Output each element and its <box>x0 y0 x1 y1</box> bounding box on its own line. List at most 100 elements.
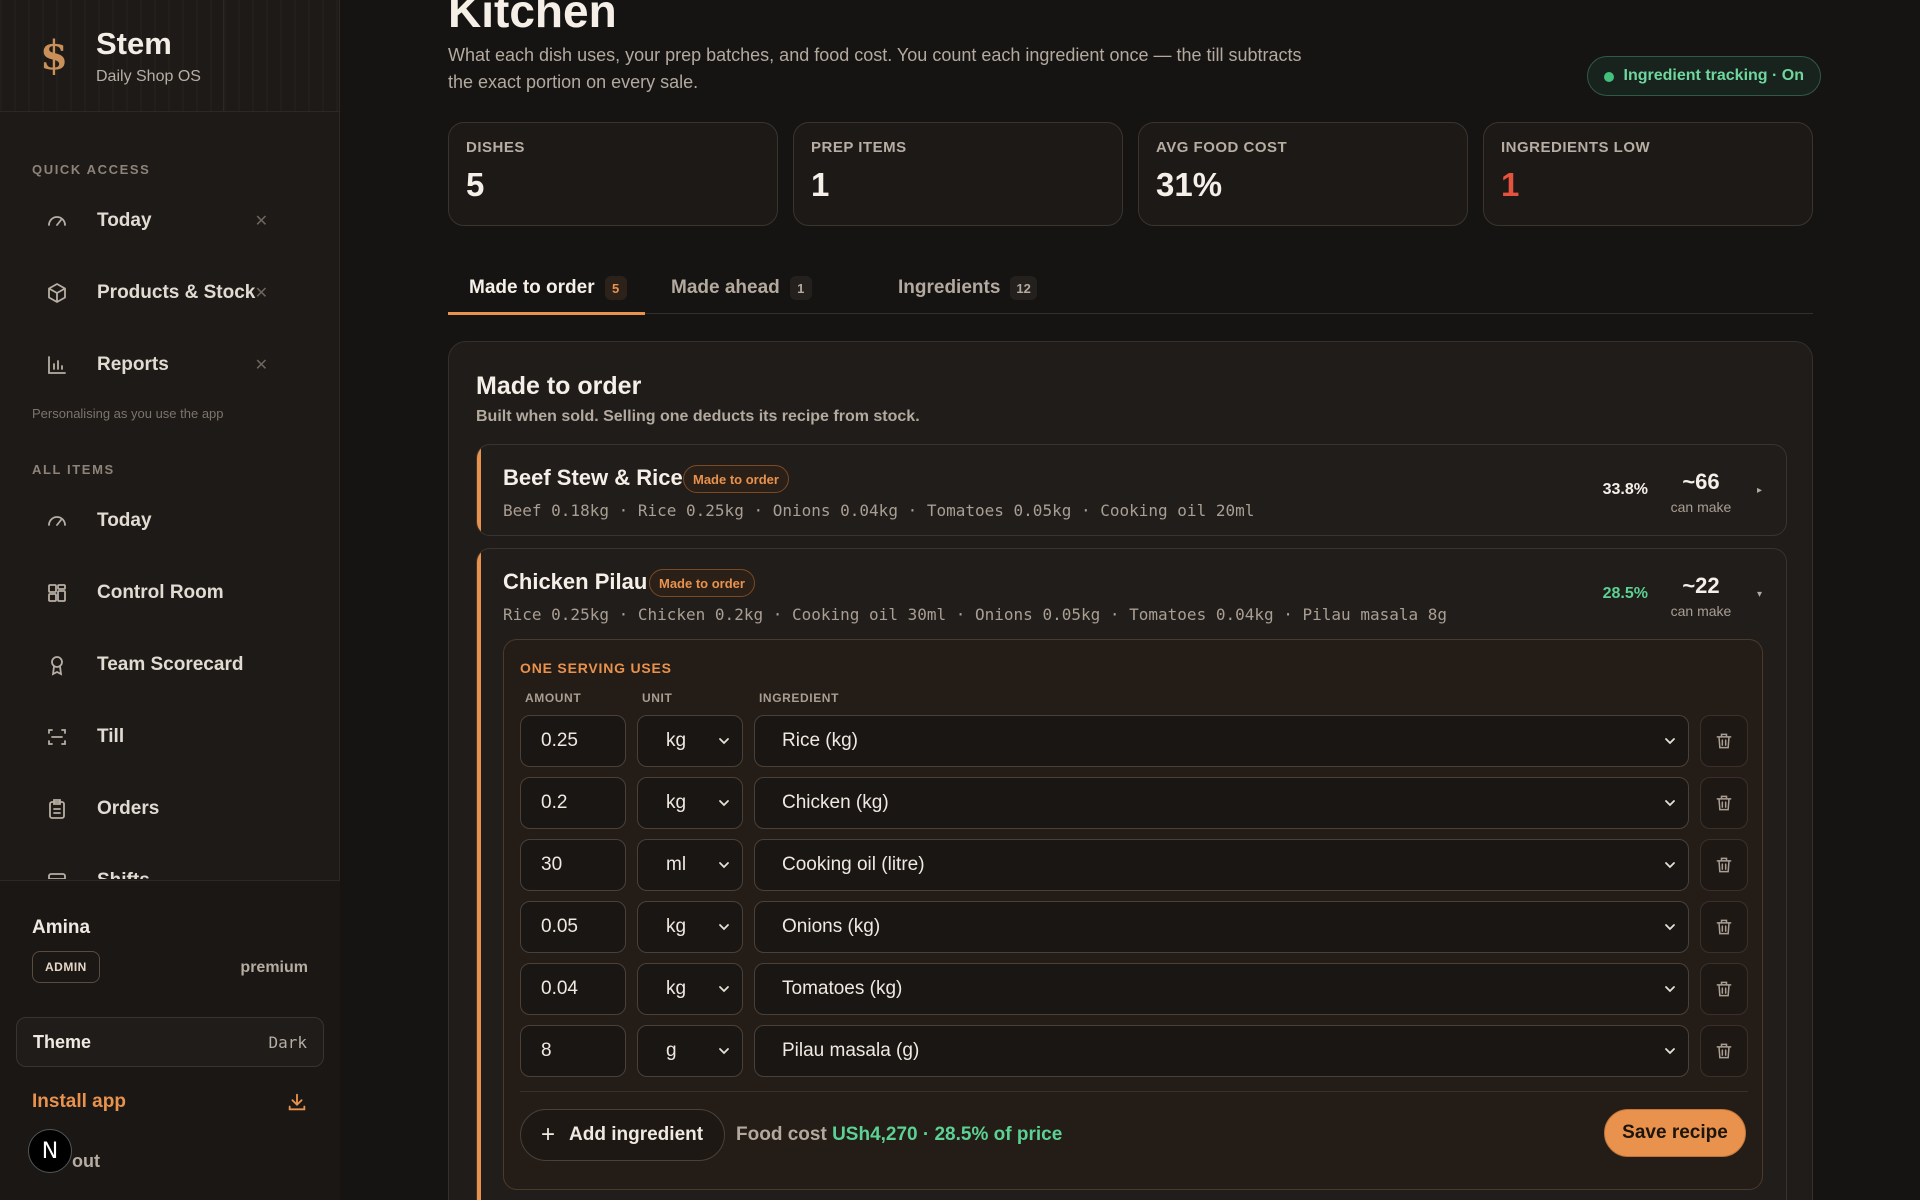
unit-select[interactable]: kg <box>637 963 743 1015</box>
brand-divider <box>223 0 224 112</box>
recipe-row: 0.2 kg Chicken (kg) <box>520 777 1748 829</box>
ingredient-select[interactable]: Onions (kg) <box>754 901 1689 953</box>
stat-avg-food-cost: AVG FOOD COST 31% <box>1138 122 1468 226</box>
add-ingredient-button[interactable]: + Add ingredient <box>520 1109 725 1161</box>
chevron-down-icon[interactable]: ▾ <box>1757 589 1762 600</box>
quick-item-reports[interactable]: Reports ✕ <box>32 341 308 389</box>
dev-avatar[interactable]: N <box>28 1129 72 1173</box>
dish-row-chicken-pilau[interactable]: Chicken Pilau Made to order Rice 0.25kg … <box>476 548 1787 1200</box>
tracking-label: Ingredient tracking · On <box>1623 67 1804 84</box>
stat-label: AVG FOOD COST <box>1156 139 1288 156</box>
unit-select[interactable]: ml <box>637 839 743 891</box>
ingredient-value: Rice (kg) <box>782 730 859 751</box>
amount-input[interactable]: 0.25 <box>520 715 626 767</box>
bar-chart-icon <box>41 349 73 381</box>
sidebar-footer: Amina ADMIN premium Theme Dark Install a… <box>0 880 340 1200</box>
quick-item-products-stock[interactable]: Products & Stock ✕ <box>32 269 308 317</box>
theme-toggle[interactable]: Theme Dark <box>16 1017 324 1067</box>
install-app-button[interactable]: Install app <box>32 1091 126 1113</box>
brand-subtitle: Daily Shop OS <box>96 67 201 85</box>
tab-count: 1 <box>789 276 812 300</box>
chevron-right-icon[interactable]: ▸ <box>1757 485 1762 496</box>
amount-input[interactable]: 0.2 <box>520 777 626 829</box>
nav-label: Shifts <box>97 870 150 879</box>
stat-value: 5 <box>466 166 485 203</box>
logout-button[interactable]: out <box>72 1151 100 1172</box>
trash-icon <box>1716 981 1732 997</box>
amount-input[interactable]: 8 <box>520 1025 626 1077</box>
sidebar-item-shifts[interactable]: Shifts <box>32 857 308 879</box>
ingredient-value: Pilau masala (g) <box>782 1040 920 1061</box>
dish-can-make-label: can make <box>1670 499 1732 515</box>
sidebar-item-today[interactable]: Today <box>32 497 308 545</box>
ingredient-select[interactable]: Pilau masala (g) <box>754 1025 1689 1077</box>
chevron-down-icon <box>719 1048 729 1055</box>
trash-icon <box>1716 857 1732 873</box>
chevron-down-icon <box>1665 862 1675 869</box>
amount-input[interactable]: 0.05 <box>520 901 626 953</box>
divider <box>520 1091 1748 1092</box>
delete-row-button[interactable] <box>1700 839 1748 891</box>
delete-row-button[interactable] <box>1700 715 1748 767</box>
dish-ingredients: Beef 0.18kg · Rice 0.25kg · Onions 0.04k… <box>503 501 1255 520</box>
chevron-down-icon <box>1665 800 1675 807</box>
unit-select[interactable]: kg <box>637 901 743 953</box>
delete-row-button[interactable] <box>1700 1025 1748 1077</box>
all-items-label: ALL ITEMS <box>32 462 115 477</box>
chevron-down-icon <box>1665 1048 1675 1055</box>
trash-icon <box>1716 733 1732 749</box>
delete-row-button[interactable] <box>1700 777 1748 829</box>
dish-can-make: ~22 <box>1682 573 1720 598</box>
chevron-down-icon <box>719 986 729 993</box>
unit-value: kg <box>666 730 687 751</box>
sidebar-item-orders[interactable]: Orders <box>32 785 308 833</box>
column-amount: AMOUNT <box>525 691 582 705</box>
ingredient-select[interactable]: Cooking oil (litre) <box>754 839 1689 891</box>
unit-select[interactable]: kg <box>637 715 743 767</box>
ingredient-value: Onions (kg) <box>782 916 881 937</box>
stat-label: PREP ITEMS <box>811 139 907 156</box>
ingredient-tracking-badge[interactable]: Ingredient tracking · On <box>1586 56 1821 96</box>
ingredient-select[interactable]: Chicken (kg) <box>754 777 1689 829</box>
tab-ingredients[interactable]: Ingredients 12 <box>898 262 1037 314</box>
brand[interactable]: $ Stem Daily Shop OS <box>0 0 339 112</box>
delete-row-button[interactable] <box>1700 963 1748 1015</box>
tab-made-ahead[interactable]: Made ahead 1 <box>671 262 812 314</box>
status-dot-icon <box>1603 72 1614 82</box>
dish-can-make-label: can make <box>1670 603 1732 619</box>
remove-icon[interactable]: ✕ <box>255 283 268 303</box>
stat-ingredients-low: INGREDIENTS LOW 1 <box>1483 122 1813 226</box>
save-recipe-button[interactable]: Save recipe <box>1604 1109 1746 1157</box>
remove-icon[interactable]: ✕ <box>255 355 268 375</box>
download-icon[interactable] <box>286 1091 308 1118</box>
sidebar-item-team-scorecard[interactable]: Team Scorecard <box>32 641 308 689</box>
gauge-icon <box>41 505 73 537</box>
delete-row-button[interactable] <box>1700 901 1748 953</box>
sidebar-item-till[interactable]: Till <box>32 713 308 761</box>
dish-name: Beef Stew & Rice <box>503 465 683 490</box>
food-cost-value: USh4,270 · 28.5% of price <box>832 1124 1063 1145</box>
ingredient-select[interactable]: Rice (kg) <box>754 715 1689 767</box>
amount-input[interactable]: 0.04 <box>520 963 626 1015</box>
remove-icon[interactable]: ✕ <box>255 211 268 231</box>
ingredient-value: Chicken (kg) <box>782 792 889 813</box>
unit-select[interactable]: kg <box>637 777 743 829</box>
chevron-down-icon <box>719 800 729 807</box>
chevron-down-icon <box>719 862 729 869</box>
amount-input[interactable]: 30 <box>520 839 626 891</box>
chevron-down-icon <box>1665 924 1675 931</box>
chevron-down-icon <box>1665 986 1675 993</box>
stat-dishes: DISHES 5 <box>448 122 778 226</box>
unit-value: kg <box>666 978 687 999</box>
theme-value: Dark <box>268 1032 307 1052</box>
dish-row-beef-stew[interactable]: Beef Stew & Rice Made to order Beef 0.18… <box>476 444 1787 536</box>
unit-select[interactable]: g <box>637 1025 743 1077</box>
recipe-row: 0.04 kg Tomatoes (kg) <box>520 963 1748 1015</box>
sidebar-item-control-room[interactable]: Control Room <box>32 569 308 617</box>
ingredient-select[interactable]: Tomatoes (kg) <box>754 963 1689 1015</box>
box-icon <box>41 277 73 309</box>
plan-label: premium <box>240 959 308 976</box>
section-title: Made to order <box>476 372 642 400</box>
quick-item-today[interactable]: Today ✕ <box>32 197 308 245</box>
tab-made-to-order[interactable]: Made to order 5 <box>448 262 645 315</box>
